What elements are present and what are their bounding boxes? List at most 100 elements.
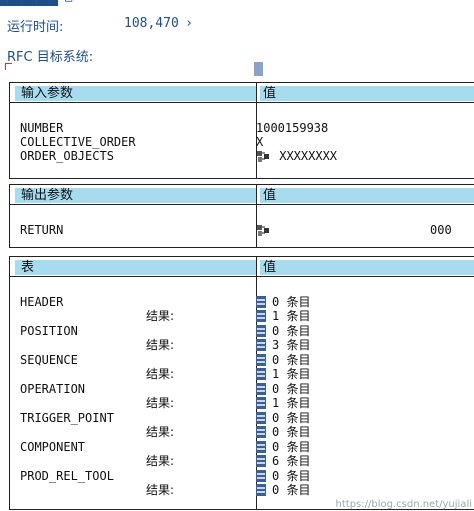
entry-unit: 条目 (286, 425, 311, 439)
table-entries-after[interactable]: 0 条目 (256, 483, 310, 497)
return-structure-icon-button[interactable] (256, 223, 272, 237)
runtime-value-link[interactable]: 108,470 › (124, 16, 192, 31)
table-entries-after[interactable]: 1 条目 (256, 309, 310, 323)
result-label: 结果: (146, 454, 175, 468)
param-value: 000 (430, 223, 452, 237)
import-param-header: 输入参数 (15, 86, 256, 101)
entry-unit: 条目 (286, 295, 311, 309)
table-entries-before[interactable]: 0 条目 (256, 353, 310, 367)
runtime-row: 运行时间: 108,470 › (7, 16, 192, 35)
table-icon (256, 325, 266, 337)
rfc-target-label: RFC 目标系统: (7, 50, 94, 65)
table-entries-after[interactable]: 3 条目 (256, 338, 310, 352)
entry-count: 0 (272, 411, 280, 425)
chevron-right-icon: › (186, 16, 192, 31)
entry-count: 1 (272, 396, 280, 410)
entry-count: 0 (272, 469, 280, 483)
entry-unit: 条目 (286, 353, 311, 367)
entry-count: 6 (272, 454, 280, 468)
table-name: TRIGGER_POINT (20, 411, 114, 425)
table-icon (256, 397, 266, 409)
focus-corner-marker (5, 63, 12, 70)
watermark: https://blog.csdn.net/yujiali (335, 499, 472, 510)
table-icon (256, 470, 266, 482)
param-name: RETURN (20, 223, 64, 237)
entry-count: 0 (272, 382, 280, 396)
result-label: 结果: (146, 338, 175, 352)
param-value-structure[interactable]: XXXXXXXX (256, 149, 337, 163)
table-entries-after[interactable]: 0 条目 (256, 425, 310, 439)
entry-unit: 条目 (286, 367, 311, 381)
table-entries-after[interactable]: 1 条目 (256, 396, 310, 410)
entry-unit: 条目 (286, 454, 311, 468)
entry-count: 1 (272, 367, 280, 381)
param-name: NUMBER (20, 121, 64, 135)
result-label: 结果: (146, 367, 175, 381)
result-label: 结果: (146, 396, 175, 410)
table-name: POSITION (20, 324, 78, 338)
entry-count: 0 (272, 483, 280, 497)
table-name: SEQUENCE (20, 353, 78, 367)
table-name: PROD_REL_TOOL (20, 469, 114, 483)
tables-value-header: 值 (260, 260, 474, 275)
entry-count: 0 (272, 324, 280, 338)
tables-panel: 表 值 HEADER 结果: 0 条目 1 条目 POSITION 结果: 0 条目 3 条目… (9, 256, 474, 510)
entry-unit: 条目 (286, 469, 311, 483)
entry-unit: 条目 (286, 483, 311, 497)
param-name: COLLECTIVE_ORDER (20, 135, 136, 149)
entry-unit: 条目 (286, 411, 311, 425)
table-icon (256, 441, 266, 453)
entry-unit: 条目 (286, 396, 311, 410)
table-icon (256, 455, 266, 467)
table-icon (256, 296, 266, 308)
table-name: HEADER (20, 295, 64, 309)
result-label: 结果: (146, 425, 175, 439)
table-icon (256, 426, 266, 438)
entry-unit: 条目 (286, 338, 311, 352)
entry-count: 0 (272, 353, 280, 367)
entry-count: 0 (272, 295, 280, 309)
table-entries-after[interactable]: 6 条目 (256, 454, 310, 468)
structure-icon (257, 151, 269, 162)
import-parameters-panel: 输入参数 值 NUMBER 1000159938 COLLECTIVE_ORDE… (9, 82, 474, 179)
entry-count: 1 (272, 309, 280, 323)
entry-unit: 条目 (286, 309, 311, 323)
input-cursor[interactable] (254, 62, 263, 76)
table-name: COMPONENT (20, 440, 86, 454)
result-label: 结果: (146, 309, 175, 323)
param-value: X (256, 135, 264, 149)
table-icon (256, 412, 266, 424)
table-entries-before[interactable]: 0 条目 (256, 382, 310, 396)
table-entries-before[interactable]: 0 条目 (256, 295, 310, 309)
table-icon (256, 484, 266, 496)
table-icon (256, 339, 266, 351)
table-entries-before[interactable]: 0 条目 (256, 469, 310, 483)
table-name: OPERATION (20, 382, 86, 396)
table-icon (256, 368, 266, 380)
entry-unit: 条目 (286, 324, 311, 338)
table-icon (256, 383, 266, 395)
entry-unit: 条目 (286, 382, 311, 396)
table-icon (256, 354, 266, 366)
table-entries-after[interactable]: 1 条目 (256, 367, 310, 381)
entry-count: 3 (272, 338, 280, 352)
param-name: ORDER_OBJECTS (20, 149, 114, 163)
table-entries-before[interactable]: 0 条目 (256, 324, 310, 338)
param-value: 1000159938 (256, 121, 329, 135)
structure-icon (257, 225, 269, 236)
import-value-header: 值 (260, 86, 474, 101)
runtime-label: 运行时间: (7, 20, 64, 35)
entry-unit: 条目 (286, 440, 311, 454)
entry-count: 0 (272, 440, 280, 454)
entry-count: 0 (272, 425, 280, 439)
export-value-header: 值 (260, 188, 474, 203)
result-label: 结果: (146, 483, 175, 497)
export-param-header: 输出参数 (15, 188, 256, 203)
tables-header: 表 (15, 260, 256, 275)
export-parameters-panel: 输出参数 值 RETURN 000 (9, 184, 474, 248)
param-value-text: XXXXXXXX (279, 149, 338, 163)
cropped-title: ▆▆▆▆▆▆▆▆ ▭ (0, 0, 180, 6)
table-entries-before[interactable]: 0 条目 (256, 440, 310, 454)
table-icon (256, 310, 266, 322)
table-entries-before[interactable]: 0 条目 (256, 411, 310, 425)
